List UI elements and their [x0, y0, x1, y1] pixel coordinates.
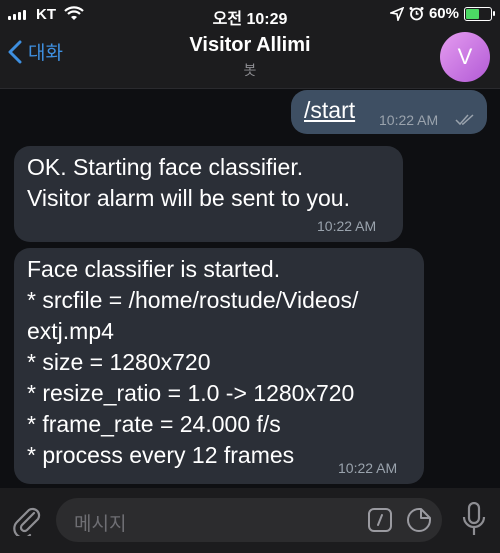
message-placeholder: 메시지 [74, 514, 127, 535]
read-checks-icon [455, 114, 474, 126]
sticker-icon[interactable] [406, 507, 432, 533]
status-bar: KT 오전 10:29 60% [0, 0, 500, 30]
outgoing-message[interactable]: /start 10:22 AM [291, 90, 487, 134]
mic-icon[interactable] [462, 502, 486, 538]
location-icon [389, 6, 404, 21]
message-time: 10:22 AM [317, 218, 377, 234]
alarm-icon [409, 7, 424, 21]
composer-bar: 메시지 [0, 488, 500, 553]
avatar[interactable]: V [440, 32, 490, 82]
incoming-message[interactable]: OK. Starting face classifier. Visitor al… [14, 146, 403, 242]
chat-subtitle: 봇 [243, 62, 257, 78]
battery-percent: 60% [428, 5, 459, 22]
command-icon[interactable] [368, 508, 392, 532]
battery-icon [464, 6, 495, 21]
message-input[interactable]: 메시지 [56, 498, 442, 542]
command-link[interactable]: /start [304, 97, 355, 124]
chat-title[interactable]: Visitor Allimi [0, 34, 500, 57]
message-time: 10:22 AM [338, 460, 398, 476]
chat-header: 대화 Visitor Allimi 봇 V [0, 30, 500, 89]
attach-icon[interactable] [12, 504, 42, 536]
message-text: OK. Starting face classifier. Visitor al… [27, 154, 350, 211]
incoming-message[interactable]: Face classifier is started. * srcfile = … [14, 248, 424, 484]
message-time: 10:22 AM [379, 112, 439, 128]
message-list[interactable]: /start 10:22 AM OK. Starting face classi… [0, 88, 500, 488]
message-text: Face classifier is started. * srcfile = … [27, 256, 359, 468]
